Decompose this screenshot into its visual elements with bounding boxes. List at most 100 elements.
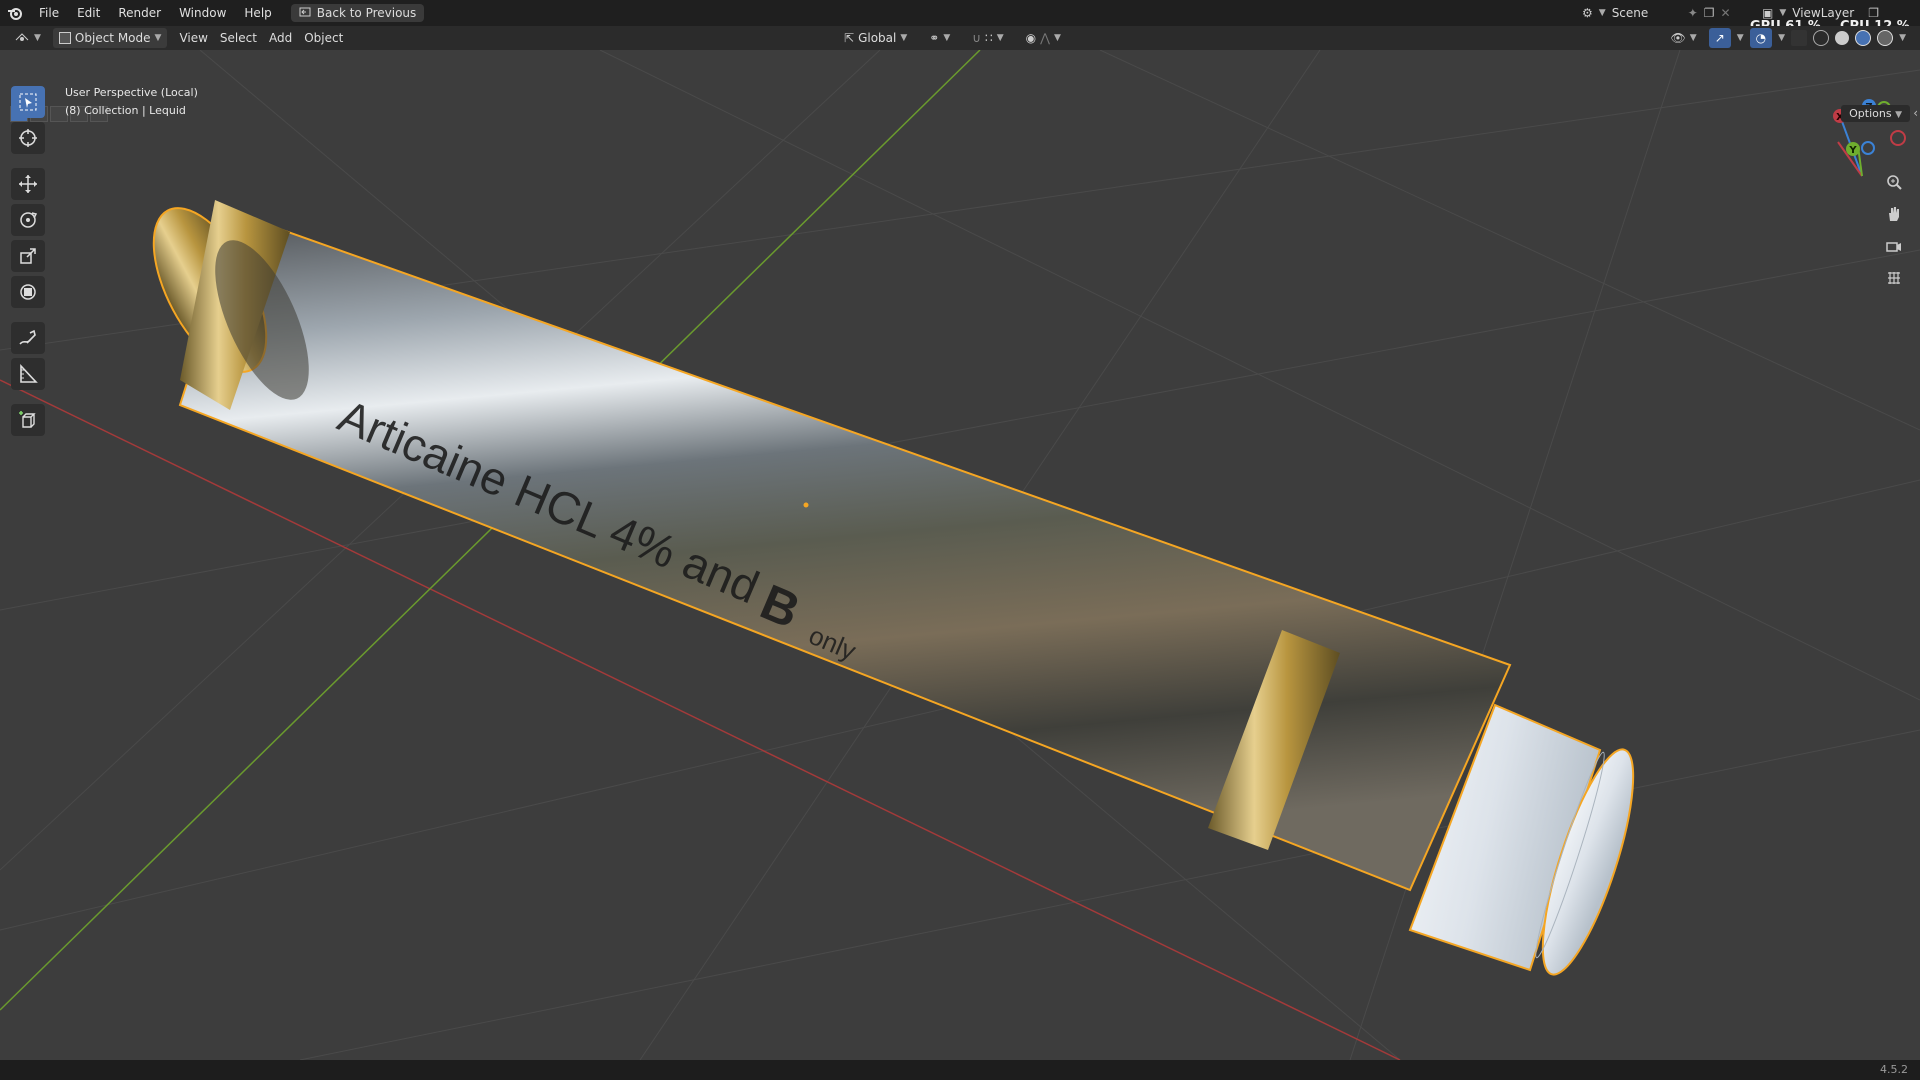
back-arrow-icon: [299, 6, 311, 21]
overlays-icon: ◔: [1755, 31, 1767, 45]
3d-viewport[interactable]: Articaine HCL 4% and B only Z X Y: [0, 50, 1920, 1060]
editor-3d-view-icon: [14, 30, 30, 47]
gizmo-y-label: Y: [1848, 145, 1857, 156]
back-to-previous-button[interactable]: Back to Previous: [290, 4, 425, 22]
solid-shading-icon[interactable]: [1835, 31, 1850, 45]
snap-toggle[interactable]: ∪ ∷ ▼: [966, 28, 1009, 48]
add-cube-tool[interactable]: [11, 404, 45, 436]
menu-help[interactable]: Help: [235, 0, 280, 26]
object-origin-point: [803, 502, 809, 508]
scene-selector[interactable]: ⚙ ▼ Scene ✦ ❐ ✕: [1582, 3, 1731, 23]
version-label: 4.5.2: [1880, 1063, 1908, 1076]
glass-tube[interactable]: [178, 213, 1512, 892]
cursor-icon: [19, 129, 37, 147]
chevron-down-icon: ▼: [1895, 110, 1902, 120]
proportional-editing-toggle[interactable]: ◉ ⋀ ▼: [1020, 28, 1067, 48]
object-mode-label: Object Mode: [74, 31, 151, 45]
transform-icon: [20, 284, 36, 300]
pan-hand-icon[interactable]: [1882, 202, 1906, 226]
object-mode-dropdown[interactable]: Object Mode ▼: [52, 28, 168, 48]
chevron-down-icon: ▼: [1053, 33, 1061, 43]
snap-grid-icon: ∷: [985, 31, 993, 45]
chevron-down-icon: ▼: [1689, 33, 1697, 43]
viewport-header: ▼ Object Mode ▼ View Select Add Object ⇱…: [0, 26, 1920, 50]
scale-tool[interactable]: [11, 240, 45, 272]
options-dropdown[interactable]: Options ▼: [1841, 105, 1910, 122]
menu-edit[interactable]: Edit: [68, 0, 109, 26]
menu-file[interactable]: File: [30, 0, 68, 26]
chevron-down-icon[interactable]: ▼: [1899, 33, 1906, 43]
magnet-icon: ∪: [972, 31, 982, 45]
chevron-down-icon: ▼: [1779, 8, 1787, 18]
add-cube-icon: [19, 411, 36, 428]
rendered-shading-icon[interactable]: [1877, 30, 1894, 46]
wireframe-shading-icon[interactable]: [1813, 30, 1830, 46]
overlays-toggle[interactable]: ◔: [1749, 28, 1773, 48]
ruler-icon: [20, 363, 38, 383]
close-scene-icon[interactable]: ✕: [1721, 6, 1731, 20]
chevron-down-icon: ▼: [900, 33, 908, 43]
navigation-controls: [1882, 170, 1906, 290]
status-bar: 4.5.2: [0, 1060, 1920, 1080]
menu-render[interactable]: Render: [109, 0, 170, 26]
annotate-tool[interactable]: [11, 322, 45, 354]
collection-label: (8) Collection | Lequid: [65, 104, 186, 117]
object-mode-icon: [58, 32, 71, 44]
proportional-icon: ◉: [1025, 31, 1037, 45]
select-box-tool[interactable]: [11, 86, 45, 118]
move-tool[interactable]: [11, 168, 45, 200]
menu-add[interactable]: Add: [263, 28, 298, 48]
gizmo-toggle[interactable]: ↗: [1708, 28, 1731, 48]
xray-toggle[interactable]: [1791, 30, 1808, 46]
annotate-pencil-icon: [19, 329, 36, 345]
tool-shelf: [8, 86, 48, 436]
blender-logo-icon[interactable]: [0, 0, 30, 26]
orientation-label: Global: [858, 31, 897, 45]
back-to-previous-label: Back to Previous: [316, 6, 417, 20]
chevron-down-icon: ▼: [154, 33, 162, 43]
transform-controls: ⇱ Global ▼ ⚭ ▼ ∪ ∷ ▼ ◉ ⋀ ▼: [838, 28, 1067, 48]
viewlayer-icon: ▣: [1762, 6, 1774, 20]
menu-object[interactable]: Object: [298, 28, 349, 48]
cursor-tool[interactable]: [11, 122, 45, 154]
orthographic-grid-icon[interactable]: [1882, 266, 1906, 290]
gizmo-icon: ↗: [1714, 31, 1725, 45]
chevron-down-icon[interactable]: ▼: [1737, 33, 1744, 43]
rotate-tool[interactable]: [11, 204, 45, 236]
viewlayer-name: ViewLayer: [1792, 6, 1855, 20]
menu-view[interactable]: View: [173, 28, 213, 48]
sidebar-toggle-icon[interactable]: ‹: [1913, 106, 1918, 120]
transform-tool[interactable]: [11, 276, 45, 308]
chevron-down-icon: ▼: [943, 33, 951, 43]
perspective-label: User Perspective (Local): [65, 86, 198, 99]
chevron-down-icon: ▼: [34, 33, 41, 43]
scene-name: Scene: [1611, 6, 1649, 20]
orientation-icon: ⇱: [844, 31, 855, 45]
pivot-icon: ⚭: [929, 31, 940, 45]
zoom-icon[interactable]: [1882, 170, 1906, 194]
options-label: Options: [1849, 107, 1892, 120]
editor-type-button[interactable]: ▼: [8, 28, 47, 48]
material-shading-icon[interactable]: [1855, 30, 1872, 46]
scene-icon: ⚙: [1582, 6, 1593, 20]
chevron-down-icon: ▼: [996, 33, 1004, 43]
new-viewlayer-icon[interactable]: ❐: [1868, 6, 1879, 20]
move-icon: [19, 175, 37, 193]
camera-view-icon[interactable]: [1882, 234, 1906, 258]
cartridge-model[interactable]: Articaine HCL 4% and B only: [131, 191, 1651, 983]
falloff-icon: ⋀: [1040, 31, 1050, 45]
chevron-down-icon: ▼: [1598, 8, 1606, 18]
menu-select[interactable]: Select: [214, 28, 263, 48]
pin-icon[interactable]: ✦: [1688, 6, 1698, 20]
select-box-icon: [19, 93, 37, 111]
visibility-dropdown[interactable]: 👁 ▼: [1665, 28, 1703, 48]
chevron-down-icon[interactable]: ▼: [1778, 33, 1785, 43]
menu-window[interactable]: Window: [170, 0, 235, 26]
measure-tool[interactable]: [11, 358, 45, 390]
top-menu-bar: File Edit Render Window Help Back to Pre…: [0, 0, 1920, 26]
pivot-point-dropdown[interactable]: ⚭ ▼: [923, 28, 956, 48]
shading-controls: 👁 ▼ ↗ ▼ ◔ ▼ ▼: [1665, 28, 1906, 48]
scale-icon: [20, 248, 36, 264]
new-scene-icon[interactable]: ❐: [1704, 6, 1715, 20]
orientation-dropdown[interactable]: ⇱ Global ▼: [838, 28, 913, 48]
